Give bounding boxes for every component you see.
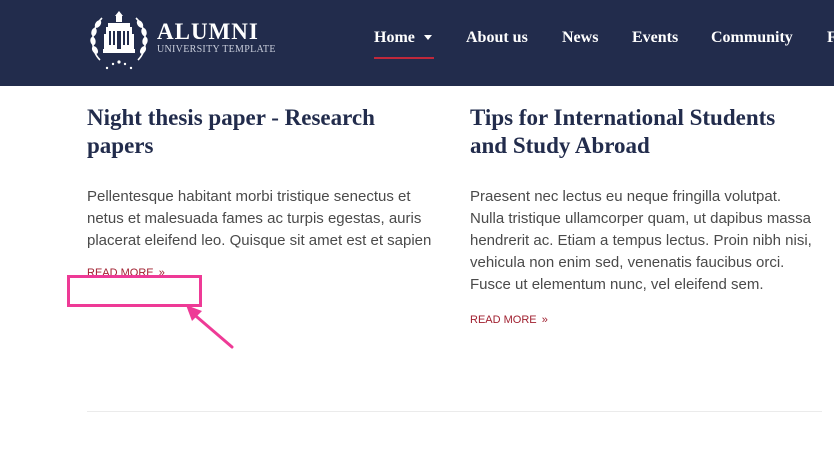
article-excerpt: Pellentesque habitant morbi tristique se…	[87, 188, 432, 249]
article-card: Tips for International Students and Stud…	[470, 104, 815, 328]
caret-down-icon	[423, 34, 432, 40]
nav-item-community[interactable]: Community	[711, 28, 793, 48]
nav-item-label: Events	[632, 29, 679, 46]
site-header: ALUMNI UNIVERSITY TEMPLATE Home About us…	[0, 0, 834, 86]
nav-item-about-us[interactable]: About us	[466, 28, 528, 48]
article-title[interactable]: Tips for International Students and Stud…	[470, 104, 815, 160]
main-nav: Home About us News Events Community F	[0, 0, 834, 86]
section-divider	[87, 411, 822, 412]
nav-item-truncated[interactable]: F	[827, 28, 834, 48]
active-nav-indicator	[374, 57, 434, 59]
nav-item-label: About us	[466, 29, 528, 46]
nav-item-news[interactable]: News	[562, 28, 598, 48]
read-more-link[interactable]: READ MORE »	[470, 313, 548, 327]
double-chevron-right-icon: »	[541, 314, 548, 326]
article-card: Night thesis paper - Research papers Pel…	[87, 104, 437, 281]
nav-item-events[interactable]: Events	[632, 28, 678, 48]
nav-item-label: F	[827, 29, 834, 46]
nav-item-home[interactable]: Home	[374, 28, 432, 48]
nav-item-label: Community	[711, 29, 793, 46]
annotation-arrow-icon	[186, 305, 234, 349]
nav-item-label: Home	[374, 29, 415, 46]
nav-item-label: News	[562, 29, 599, 46]
article-excerpt: Praesent nec lectus eu neque fringilla v…	[470, 188, 812, 293]
article-title[interactable]: Night thesis paper - Research papers	[87, 104, 437, 160]
read-more-label: READ MORE	[470, 314, 537, 326]
